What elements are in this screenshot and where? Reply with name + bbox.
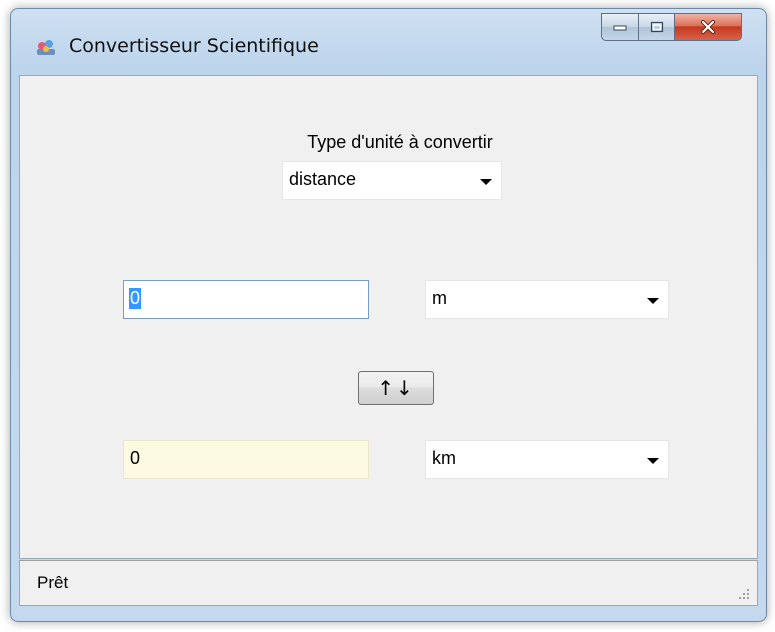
close-button[interactable] — [674, 13, 742, 41]
minimize-button[interactable] — [601, 13, 638, 41]
status-text: Prêt — [37, 573, 69, 592]
window-title: Convertisseur Scientifique — [69, 35, 319, 57]
source-value-text: 0 — [129, 288, 142, 309]
result-value-field: 0 — [123, 440, 369, 479]
chevron-down-icon — [647, 298, 659, 304]
result-value-text: 0 — [130, 448, 141, 468]
title-bar[interactable]: Convertisseur Scientifique — [11, 9, 766, 75]
app-window: Convertisseur Scientifique Type d'unité … — [10, 8, 767, 622]
unit-type-select[interactable]: distance — [282, 161, 502, 200]
target-unit-select[interactable]: km — [425, 440, 669, 479]
maximize-button[interactable] — [638, 13, 674, 41]
source-unit-select[interactable]: m — [425, 280, 669, 319]
maximize-icon — [650, 21, 663, 33]
resize-grip-icon[interactable] — [735, 585, 751, 601]
unit-type-label: Type d'unité à convertir — [307, 132, 493, 152]
converter-panel: Type d'unité à convertir distance 0 m ↑↓… — [19, 75, 758, 559]
minimize-icon — [613, 25, 627, 31]
app-icon — [37, 40, 55, 55]
status-bar: Prêt — [19, 560, 758, 606]
chevron-down-icon — [480, 179, 492, 185]
chevron-down-icon — [647, 458, 659, 464]
target-unit-value: km — [432, 448, 456, 468]
unit-type-value: distance — [289, 169, 357, 189]
swap-units-button[interactable]: ↑↓ — [358, 371, 434, 405]
close-icon — [701, 20, 715, 34]
window-controls — [601, 13, 742, 43]
source-unit-value: m — [432, 288, 447, 308]
source-value-input[interactable]: 0 — [123, 280, 369, 319]
